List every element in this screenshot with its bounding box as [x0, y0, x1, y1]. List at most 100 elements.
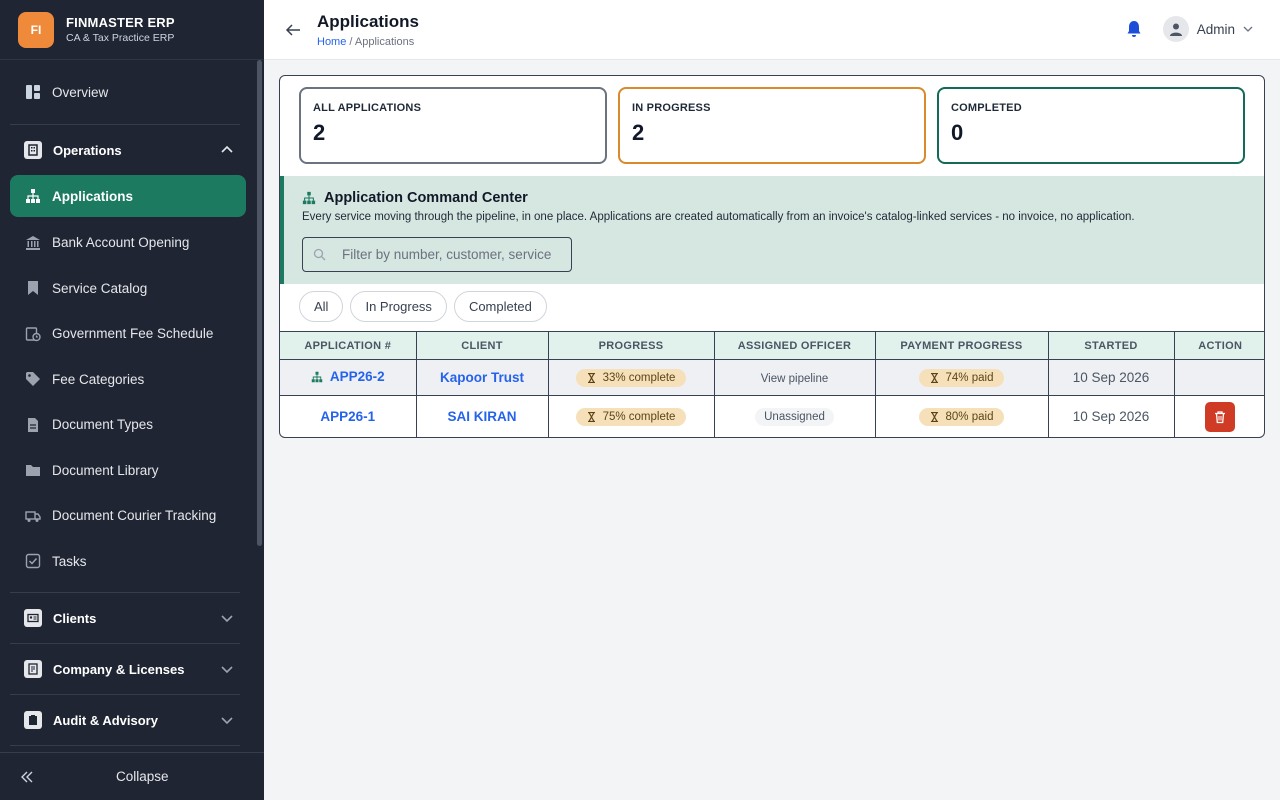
application-number-link[interactable]: APP26-1 [320, 409, 375, 424]
brand: FI FINMASTER ERP CA & Tax Practice ERP [0, 0, 264, 60]
user-menu[interactable]: Admin [1162, 16, 1253, 42]
document-icon [24, 416, 41, 433]
client-cell: SAI KIRAN [416, 395, 549, 437]
progress-text: 75% complete [602, 410, 676, 423]
stat-card-completed[interactable]: COMPLETED 0 [937, 87, 1245, 164]
progress-text: 33% complete [602, 371, 676, 384]
back-arrow-icon[interactable] [284, 21, 302, 39]
trash-icon [1215, 410, 1226, 423]
search-input[interactable] [342, 247, 562, 262]
chevron-up-icon [221, 145, 233, 153]
sidebar-item-label: Document Types [52, 417, 154, 433]
breadcrumb-home-link[interactable]: Home [317, 36, 346, 48]
sitemap-icon [302, 191, 316, 205]
sidebar-item-bank-account-opening[interactable]: Bank Account Opening [0, 220, 256, 266]
stat-card-in-progress[interactable]: IN PROGRESS 2 [618, 87, 926, 164]
started-date: 10 Sep 2026 [1072, 370, 1150, 385]
table-header-row: APPLICATION # CLIENT PROGRESS ASSIGNED O… [280, 331, 1264, 360]
top-header: Applications Home / Applications Admin [264, 0, 1280, 60]
filter-chip-in-progress[interactable]: In Progress [350, 291, 447, 322]
sidebar-group-label: Operations [53, 142, 122, 158]
sidebar-item-service-catalog[interactable]: Service Catalog [0, 266, 256, 312]
bookmark-icon [24, 280, 41, 297]
column-header[interactable]: PAYMENT PROGRESS [875, 331, 1049, 360]
application-number-cell: APP26-2 [280, 359, 417, 396]
hourglass-icon [930, 411, 938, 422]
view-pipeline-link[interactable]: View pipeline [761, 373, 829, 385]
sidebar-item-label: Applications [52, 188, 134, 204]
payment-progress-cell: 80% paid [875, 395, 1049, 437]
sidebar-item-label: Service Catalog [52, 280, 148, 296]
payment-text: 80% paid [945, 410, 994, 423]
stat-label: IN PROGRESS [632, 102, 711, 114]
sidebar-item-overview[interactable]: Overview [0, 60, 256, 124]
sidebar-item-document-courier-tracking[interactable]: Document Courier Tracking [0, 493, 256, 539]
sitemap-icon [24, 188, 41, 205]
assigned-officer-cell: Unassigned [714, 395, 876, 437]
sidebar-item-label: Overview [52, 84, 109, 100]
delete-button[interactable] [1205, 401, 1236, 432]
started-cell: 10 Sep 2026 [1048, 359, 1175, 396]
sidebar: FI FINMASTER ERP CA & Tax Practice ERP O… [0, 0, 264, 800]
command-center: Application Command Center Every service… [280, 176, 1264, 284]
application-number-link[interactable]: APP26-2 [330, 369, 385, 384]
filter-chip-all[interactable]: All [299, 291, 344, 322]
sidebar-item-document-library[interactable]: Document Library [0, 448, 256, 494]
hourglass-icon [587, 372, 595, 383]
column-header[interactable]: PROGRESS [548, 331, 715, 360]
fee-schedule-icon [24, 325, 41, 342]
sidebar-group-company-licenses[interactable]: Company & Licenses [0, 644, 256, 694]
client-link[interactable]: SAI KIRAN [447, 409, 516, 424]
column-header: ACTION [1174, 331, 1264, 360]
sidebar-group-clients[interactable]: Clients [0, 593, 256, 643]
stat-value: 2 [632, 120, 645, 145]
divider [10, 745, 240, 746]
double-chevron-left-icon [21, 771, 33, 782]
sidebar-group-audit-advisory[interactable]: Audit & Advisory [0, 695, 256, 745]
notification-bell-icon[interactable] [1126, 20, 1142, 38]
id-card-icon [24, 609, 42, 627]
assigned-officer-cell: View pipeline [714, 359, 876, 396]
stat-value: 2 [313, 120, 326, 145]
collapse-label: Collapse [116, 769, 169, 784]
bank-icon [24, 234, 41, 251]
sidebar-group-label: Audit & Advisory [53, 712, 158, 728]
sidebar-scrollbar[interactable] [257, 60, 262, 546]
sidebar-item-label: Document Library [52, 462, 159, 478]
chevron-down-icon [221, 615, 233, 623]
payment-badge: 74% paid [918, 368, 1005, 387]
column-header[interactable]: CLIENT [416, 331, 549, 360]
sidebar-item-government-fee-schedule[interactable]: Government Fee Schedule [0, 311, 256, 357]
client-link[interactable]: Kapoor Trust [440, 370, 524, 385]
filter-chip-completed[interactable]: Completed [453, 291, 547, 322]
column-header[interactable]: ASSIGNED OFFICER [714, 331, 876, 360]
column-header[interactable]: STARTED [1048, 331, 1175, 360]
license-icon [24, 660, 42, 678]
sidebar-item-document-types[interactable]: Document Types [0, 402, 256, 448]
sidebar-item-fee-categories[interactable]: Fee Categories [0, 357, 256, 403]
sidebar-item-tasks[interactable]: Tasks [0, 539, 256, 585]
table-row[interactable]: APP26-1 SAI KIRAN 75% complete Unassigne… [280, 395, 1264, 437]
hourglass-icon [930, 372, 938, 383]
avatar [1162, 16, 1189, 42]
search-icon [313, 248, 326, 261]
sidebar-group-label: Company & Licenses [53, 661, 185, 677]
applications-table: APPLICATION # CLIENT PROGRESS ASSIGNED O… [280, 331, 1264, 437]
sidebar-group-operations[interactable]: Operations [0, 125, 256, 175]
sidebar-nav: Overview Operations Applications Bank Ac… [0, 60, 256, 752]
dashboard-icon [24, 84, 41, 101]
unassigned-badge[interactable]: Unassigned [755, 407, 834, 426]
table-row[interactable]: APP26-2 Kapoor Trust 33% complete View p… [280, 359, 1264, 396]
payment-progress-cell: 74% paid [875, 359, 1049, 396]
collapse-button[interactable]: Collapse [0, 752, 264, 800]
started-cell: 10 Sep 2026 [1048, 395, 1175, 437]
column-header[interactable]: APPLICATION # [280, 331, 417, 360]
sidebar-item-applications[interactable]: Applications [10, 175, 246, 217]
payment-text: 74% paid [945, 371, 994, 384]
client-cell: Kapoor Trust [416, 359, 549, 396]
brand-subtitle: CA & Tax Practice ERP [66, 32, 175, 44]
command-center-description: Every service moving through the pipelin… [302, 211, 1135, 223]
action-cell [1174, 359, 1264, 396]
folder-icon [24, 462, 41, 479]
stat-card-all-applications[interactable]: ALL APPLICATIONS 2 [299, 87, 607, 164]
